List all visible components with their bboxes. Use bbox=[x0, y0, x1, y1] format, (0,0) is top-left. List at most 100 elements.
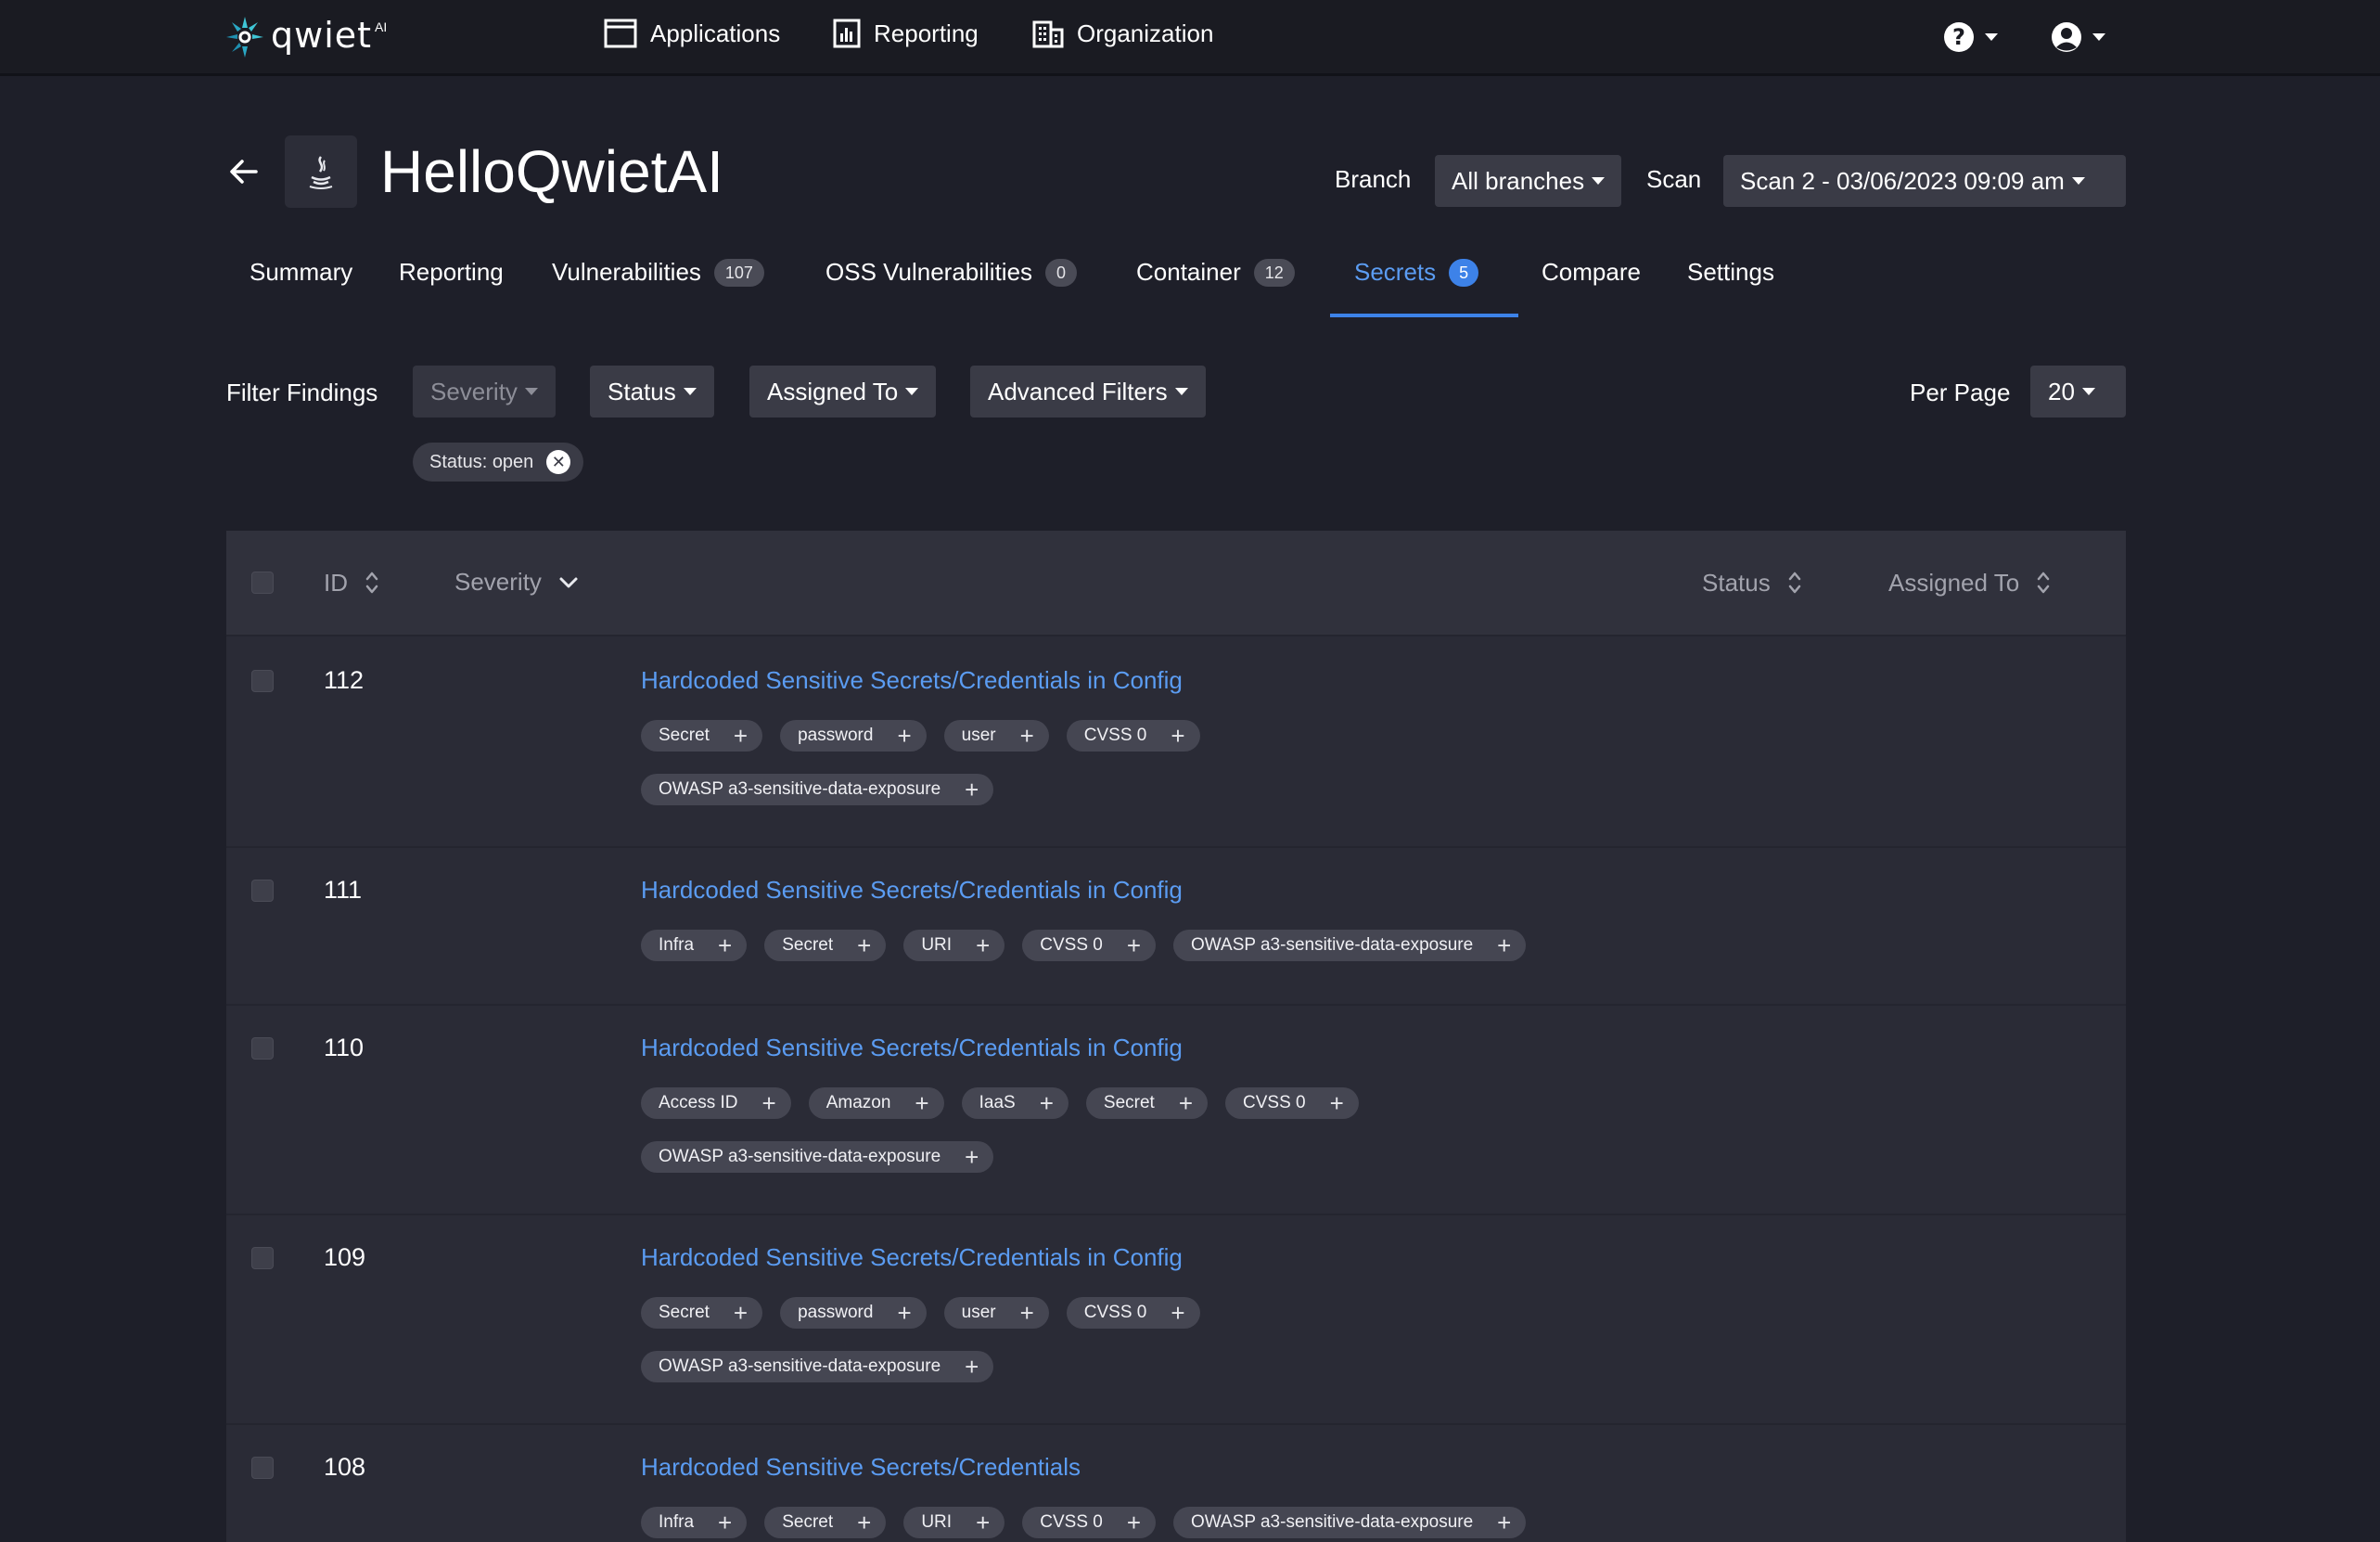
table-row[interactable]: 111 Hardcoded Sensitive Secrets/Credentia… bbox=[226, 848, 2126, 1006]
table-row[interactable]: 108 Hardcoded Sensitive Secrets/Credentia… bbox=[226, 1425, 2126, 1542]
finding-title-link[interactable]: Hardcoded Sensitive Secrets/Credentials … bbox=[641, 876, 1183, 905]
nav-organization[interactable]: Organization bbox=[1032, 15, 1213, 52]
tag-chip[interactable]: Secret + bbox=[764, 1507, 887, 1538]
severity-column-header[interactable]: Severity bbox=[454, 568, 579, 597]
building-icon bbox=[1032, 20, 1064, 48]
add-tag-filter-icon[interactable]: + bbox=[734, 1301, 748, 1325]
add-tag-filter-icon[interactable]: + bbox=[1179, 1091, 1193, 1115]
add-tag-filter-icon[interactable]: + bbox=[857, 1510, 871, 1535]
tag-chip[interactable]: CVSS 0 + bbox=[1066, 720, 1200, 752]
severity-filter-dropdown[interactable]: Severity bbox=[413, 366, 556, 418]
tag-chip[interactable]: CVSS 0 + bbox=[1022, 930, 1157, 961]
nav-reporting[interactable]: Reporting bbox=[833, 15, 979, 52]
finding-title-link[interactable]: Hardcoded Sensitive Secrets/Credentials bbox=[641, 1453, 1081, 1482]
tag-label: Secret bbox=[659, 726, 710, 745]
add-tag-filter-icon[interactable]: + bbox=[1127, 1510, 1141, 1535]
add-tag-filter-icon[interactable]: + bbox=[897, 724, 911, 748]
tag-chip[interactable]: password + bbox=[780, 720, 927, 752]
help-menu[interactable]: ? bbox=[1942, 17, 1998, 58]
add-tag-filter-icon[interactable]: + bbox=[897, 1301, 911, 1325]
id-column-header[interactable]: ID bbox=[324, 568, 379, 598]
assigned-to-column-header[interactable]: Assigned To bbox=[1888, 568, 2051, 598]
add-tag-filter-icon[interactable]: + bbox=[718, 1510, 732, 1535]
add-tag-filter-icon[interactable]: + bbox=[1020, 724, 1034, 748]
add-tag-filter-icon[interactable]: + bbox=[976, 1510, 990, 1535]
add-tag-filter-icon[interactable]: + bbox=[1020, 1301, 1034, 1325]
tab-secrets[interactable]: Secrets 5 bbox=[1354, 258, 1479, 287]
tag-chip[interactable]: OWASP a3-sensitive-data-exposure + bbox=[641, 1141, 994, 1173]
add-tag-filter-icon[interactable]: + bbox=[1330, 1091, 1344, 1115]
tag-chip[interactable]: URI + bbox=[903, 930, 1005, 961]
tag-chip[interactable]: OWASP a3-sensitive-data-exposure + bbox=[641, 774, 994, 805]
tab-reporting[interactable]: Reporting bbox=[399, 258, 504, 287]
tag-chip[interactable]: CVSS 0 + bbox=[1225, 1087, 1359, 1119]
add-tag-filter-icon[interactable]: + bbox=[965, 1145, 979, 1169]
user-menu[interactable] bbox=[2050, 17, 2105, 58]
per-page-dropdown[interactable]: 20 bbox=[2030, 366, 2126, 418]
select-all-checkbox[interactable] bbox=[251, 572, 274, 594]
tag-chip[interactable]: Secret + bbox=[641, 1297, 763, 1329]
add-tag-filter-icon[interactable]: + bbox=[976, 933, 990, 957]
tag-chip[interactable]: OWASP a3-sensitive-data-exposure + bbox=[641, 1351, 994, 1382]
row-checkbox[interactable] bbox=[251, 1247, 274, 1269]
scan-dropdown[interactable]: Scan 2 - 03/06/2023 09:09 am bbox=[1723, 155, 2126, 207]
add-tag-filter-icon[interactable]: + bbox=[1497, 1510, 1511, 1535]
add-tag-filter-icon[interactable]: + bbox=[1127, 933, 1141, 957]
table-row[interactable]: 112 Hardcoded Sensitive Secrets/Credentia… bbox=[226, 638, 2126, 848]
tab-vulnerabilities[interactable]: Vulnerabilities 107 bbox=[552, 258, 764, 287]
tag-chip[interactable]: CVSS 0 + bbox=[1022, 1507, 1157, 1538]
back-button[interactable] bbox=[228, 158, 260, 190]
tag-chip[interactable]: Secret + bbox=[764, 930, 887, 961]
tag-chip[interactable]: user + bbox=[943, 1297, 1049, 1329]
assigned-to-filter-dropdown[interactable]: Assigned To bbox=[749, 366, 937, 418]
tag-chip[interactable]: Infra + bbox=[641, 930, 748, 961]
active-tab-indicator bbox=[1330, 314, 1518, 317]
table-row[interactable]: 109 Hardcoded Sensitive Secrets/Credentia… bbox=[226, 1215, 2126, 1425]
add-tag-filter-icon[interactable]: + bbox=[1497, 933, 1511, 957]
tag-chip[interactable]: Infra + bbox=[641, 1507, 748, 1538]
tag-chip[interactable]: OWASP a3-sensitive-data-exposure + bbox=[1173, 930, 1527, 961]
advanced-filters-dropdown[interactable]: Advanced Filters bbox=[970, 366, 1206, 418]
tag-chip[interactable]: Secret + bbox=[1085, 1087, 1208, 1119]
tag-chip[interactable]: URI + bbox=[903, 1507, 1005, 1538]
qwiet-logo[interactable]: qwiet AI bbox=[223, 7, 387, 63]
id-column-label: ID bbox=[324, 568, 348, 597]
tag-chip[interactable]: Secret + bbox=[641, 720, 763, 752]
add-tag-filter-icon[interactable]: + bbox=[915, 1091, 928, 1115]
add-tag-filter-icon[interactable]: + bbox=[734, 724, 748, 748]
tag-chip[interactable]: user + bbox=[943, 720, 1049, 752]
tag-chip[interactable]: Amazon + bbox=[808, 1087, 944, 1119]
add-tag-filter-icon[interactable]: + bbox=[762, 1091, 776, 1115]
status-column-header[interactable]: Status bbox=[1702, 568, 1802, 598]
add-tag-filter-icon[interactable]: + bbox=[1171, 1301, 1184, 1325]
tag-chip[interactable]: IaaS + bbox=[961, 1087, 1068, 1119]
finding-title-link[interactable]: Hardcoded Sensitive Secrets/Credentials … bbox=[641, 1243, 1183, 1272]
tag-chip[interactable]: CVSS 0 + bbox=[1066, 1297, 1200, 1329]
row-checkbox[interactable] bbox=[251, 880, 274, 902]
tag-chip[interactable]: password + bbox=[780, 1297, 927, 1329]
tab-oss-vulnerabilities[interactable]: OSS Vulnerabilities 0 bbox=[825, 258, 1078, 287]
tab-container[interactable]: Container 12 bbox=[1136, 258, 1295, 287]
nav-applications[interactable]: Applications bbox=[604, 15, 780, 52]
tab-compare[interactable]: Compare bbox=[1542, 258, 1641, 287]
remove-filter-icon[interactable]: ✕ bbox=[546, 450, 571, 474]
row-checkbox[interactable] bbox=[251, 1037, 274, 1060]
branch-dropdown[interactable]: All branches bbox=[1435, 155, 1622, 207]
table-row[interactable]: 110 Hardcoded Sensitive Secrets/Credentia… bbox=[226, 1006, 2126, 1215]
add-tag-filter-icon[interactable]: + bbox=[965, 777, 979, 802]
tag-chip[interactable]: OWASP a3-sensitive-data-exposure + bbox=[1173, 1507, 1527, 1538]
finding-title-link[interactable]: Hardcoded Sensitive Secrets/Credentials … bbox=[641, 666, 1183, 695]
row-checkbox[interactable] bbox=[251, 1457, 274, 1479]
tag-chip[interactable]: Access ID + bbox=[641, 1087, 791, 1119]
add-tag-filter-icon[interactable]: + bbox=[965, 1355, 979, 1379]
add-tag-filter-icon[interactable]: + bbox=[1040, 1091, 1054, 1115]
status-filter-dropdown[interactable]: Status bbox=[590, 366, 714, 418]
add-tag-filter-icon[interactable]: + bbox=[1171, 724, 1184, 748]
add-tag-filter-icon[interactable]: + bbox=[718, 933, 732, 957]
row-checkbox[interactable] bbox=[251, 670, 274, 692]
finding-title-link[interactable]: Hardcoded Sensitive Secrets/Credentials … bbox=[641, 1034, 1183, 1062]
add-tag-filter-icon[interactable]: + bbox=[857, 933, 871, 957]
tab-settings[interactable]: Settings bbox=[1687, 258, 1774, 287]
tab-summary[interactable]: Summary bbox=[250, 258, 352, 287]
tag-label: password bbox=[798, 1303, 874, 1322]
